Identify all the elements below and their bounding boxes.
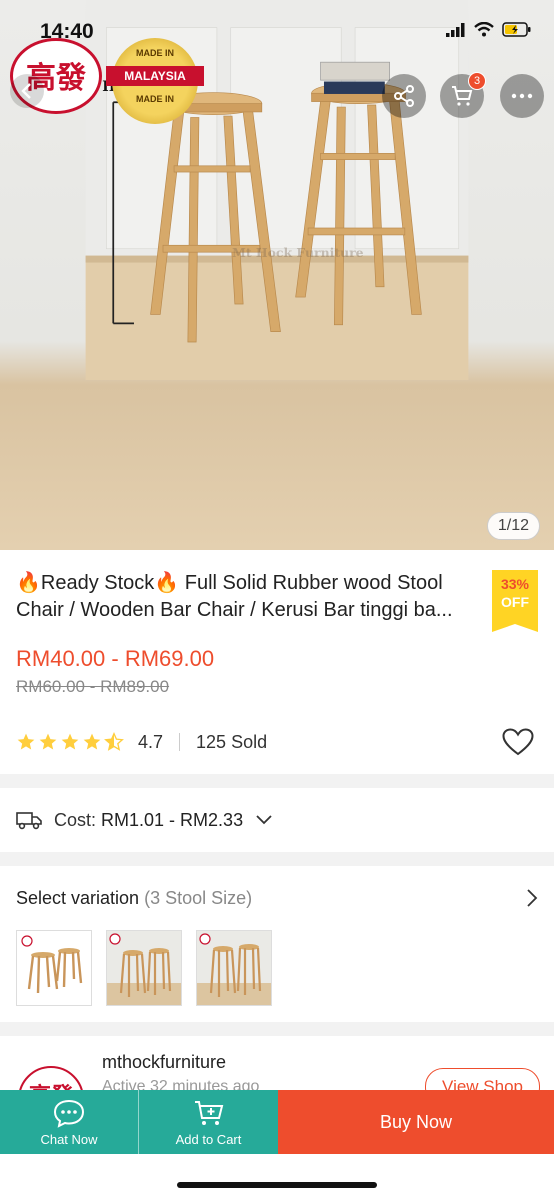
chat-icon [53,1099,85,1128]
section-divider [0,1022,554,1036]
truck-icon [16,812,42,830]
rating-row: 4.7 125 Sold [16,728,538,756]
home-indicator [177,1182,377,1188]
chevron-left-icon [21,83,31,99]
product-title: 🔥Ready Stock🔥 Full Solid Rubber wood Sto… [16,572,453,621]
cart-count-badge: 3 [468,72,486,90]
star-icon [39,733,57,750]
variation-thumbnails [16,930,272,1006]
shipping-cost-value: RM1.01 - RM2.33 [101,809,244,830]
shop-name[interactable]: mthockfurniture [102,1052,226,1073]
more-options-button[interactable] [500,74,544,118]
heart-icon [502,728,534,756]
original-price: RM60.00 - RM89.00 [16,677,170,696]
star-icon [83,733,101,750]
rating-value: 4.7 [138,731,164,752]
shop-section[interactable]: 高發 mthockfurniture Active 32 minutes ago… [0,1038,554,1098]
section-divider [0,774,554,788]
star-half-icon [104,732,124,751]
add-to-cart-label: Add to Cart [175,1131,242,1147]
hero-watermark: Mt Hock Furniture [232,245,364,260]
add-to-cart-icon [194,1100,223,1125]
chevron-right-icon [527,889,538,907]
shipping-cost-label: Cost: [54,809,97,830]
rating-stars [16,732,124,752]
status-bar: 14:40 [0,0,554,46]
battery-icon [502,22,531,37]
cart-button[interactable]: 3 [440,72,486,118]
chat-now-button[interactable]: Chat Now [0,1090,139,1154]
wifi-icon [474,22,494,37]
discount-badge: 33% OFF [492,570,538,632]
variation-section[interactable]: Select variation (3 Stool Size) [0,868,554,1018]
back-button[interactable] [10,74,44,108]
like-button[interactable] [502,728,534,761]
product-title-row: 🔥Ready Stock🔥 Full Solid Rubber wood Sto… [16,570,538,632]
variation-thumb[interactable] [196,930,272,1006]
discount-percent: 33% [500,576,530,592]
image-counter: 1/12 [486,512,540,540]
share-icon [394,85,414,107]
seal-line-2: MALAYSIA [106,66,204,86]
chevron-down-icon [256,815,272,825]
stool-thumbnail [197,931,271,1005]
variation-title: Select variation [16,888,140,908]
shipping-row[interactable]: Cost: RM1.01 - RM2.33 [0,788,554,852]
product-price: RM40.00 - RM69.00 [16,646,215,671]
share-button[interactable] [382,74,426,118]
variation-thumb[interactable] [106,930,182,1006]
star-icon [61,733,79,750]
bottom-action-bar: Chat Now Add to Cart Buy Now [0,1090,554,1154]
variation-heading: Select variation (3 Stool Size) [16,888,252,909]
buy-now-button[interactable]: Buy Now [278,1090,554,1154]
signal-icon [446,22,465,37]
add-to-cart-button[interactable]: Add to Cart [139,1090,278,1154]
shipping-cost: Cost: RM1.01 - RM2.33 [54,810,243,831]
discount-off-label: OFF [501,594,529,610]
seal-line-3: MADE IN [136,94,174,104]
stool-thumbnail [17,931,91,1005]
chat-now-label: Chat Now [40,1131,98,1147]
variation-hint: (3 Stool Size) [144,888,253,908]
section-divider [0,852,554,866]
sold-count: 125 Sold [196,731,268,752]
status-icons [446,22,532,37]
more-dots-icon [511,93,533,99]
star-icon [17,733,35,750]
status-time: 14:40 [40,20,94,43]
stool-thumbnail [107,931,181,1005]
variation-thumb[interactable] [16,930,92,1006]
seal-line-1: MADE IN [136,48,174,58]
divider [179,733,181,751]
made-in-malaysia-seal: MADE IN MALAYSIA MADE IN [106,38,204,124]
